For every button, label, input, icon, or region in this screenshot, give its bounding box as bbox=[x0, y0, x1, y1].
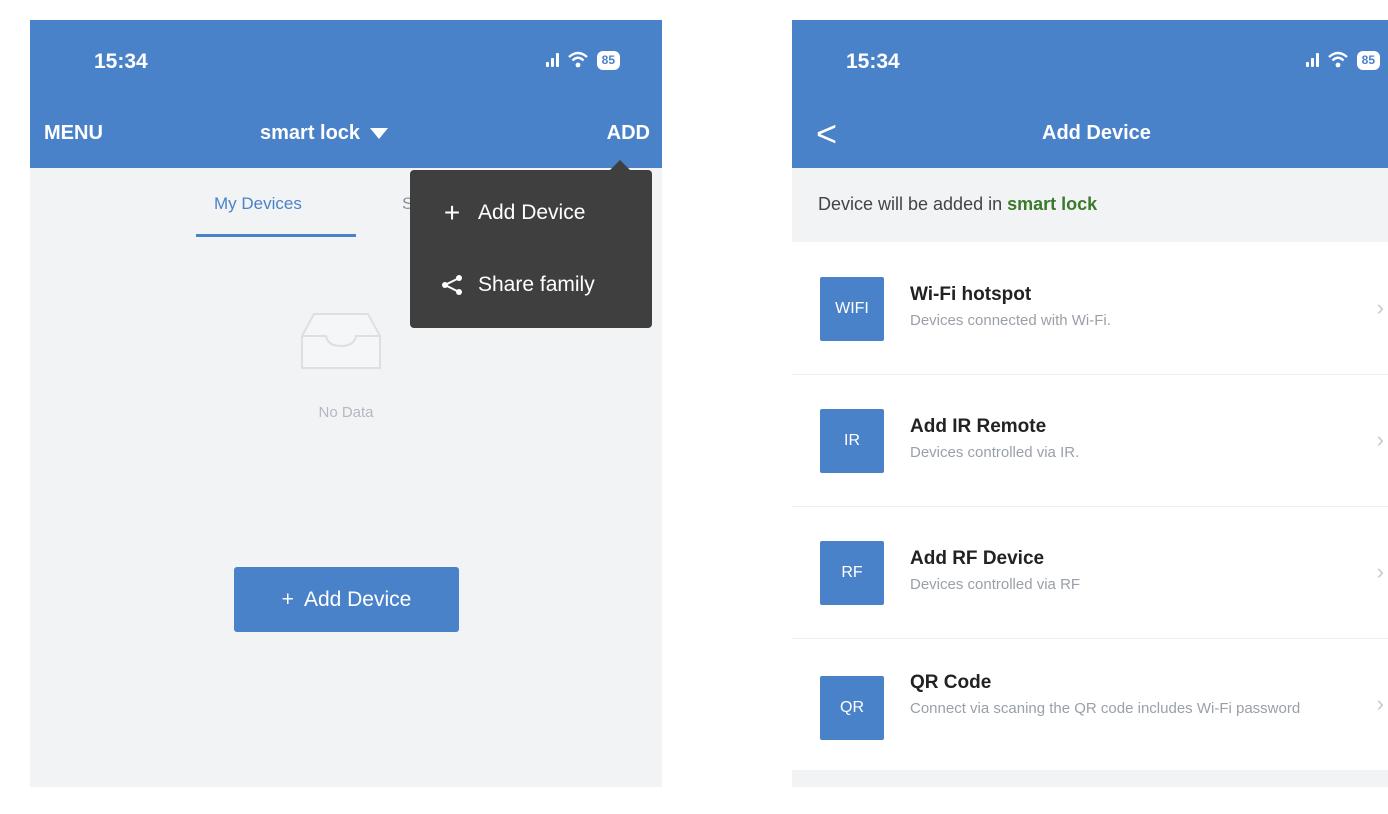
option-description: Connect via scaning the QR code includes… bbox=[910, 700, 1301, 717]
wifi-icon bbox=[1327, 51, 1348, 68]
plus-icon: + bbox=[281, 587, 294, 611]
tab-underline bbox=[196, 234, 356, 237]
empty-state-text: No Data bbox=[318, 404, 374, 421]
menu-item-label: Add Device bbox=[478, 201, 586, 224]
rf-badge-icon: RF bbox=[820, 541, 884, 605]
page-title: Add Device bbox=[1042, 122, 1151, 144]
chevron-right-icon: › bbox=[1376, 691, 1384, 716]
qr-badge-icon: QR bbox=[820, 676, 884, 740]
option-description: Devices connected with Wi-Fi. bbox=[910, 312, 1111, 329]
status-time: 15:34 bbox=[94, 50, 148, 73]
app-header: 15:34 85 MENU smart lock ADD bbox=[30, 20, 662, 168]
family-name: smart lock bbox=[1007, 194, 1098, 214]
add-device-button[interactable]: + Add Device bbox=[234, 567, 459, 632]
option-title: Wi-Fi hotspot bbox=[910, 284, 1032, 305]
chevron-right-icon: › bbox=[1376, 295, 1384, 320]
option-title: Add RF Device bbox=[910, 548, 1045, 569]
option-qr-code[interactable]: QR QR Code Connect via scaning the QR co… bbox=[792, 638, 1388, 770]
share-icon bbox=[442, 275, 462, 295]
option-title: Add IR Remote bbox=[910, 416, 1047, 437]
add-device-label: Add Device bbox=[303, 587, 412, 611]
status-icons: 85 bbox=[1305, 50, 1380, 70]
option-rf-device[interactable]: RF Add RF Device Devices controlled via … bbox=[792, 506, 1388, 639]
family-selector[interactable]: smart lock bbox=[260, 122, 389, 145]
home-screen: 15:34 85 MENU smart lock ADD My Devices … bbox=[30, 20, 662, 787]
family-info-bar: Device will be added in smart lock bbox=[792, 168, 1388, 242]
chevron-right-icon: › bbox=[1376, 427, 1384, 452]
option-description: Devices controlled via IR. bbox=[910, 444, 1080, 461]
add-dropdown-menu: + Add Device Share family bbox=[410, 160, 652, 328]
add-method-list: WIFI Wi-Fi hotspot Devices connected wit… bbox=[792, 242, 1388, 770]
status-time: 15:34 bbox=[846, 50, 900, 73]
signal-icon bbox=[545, 53, 559, 67]
caret-down-icon bbox=[370, 128, 389, 139]
ir-badge-icon: IR bbox=[820, 409, 884, 473]
wifi-badge-icon: WIFI bbox=[820, 277, 884, 341]
option-title: QR Code bbox=[910, 672, 992, 693]
status-icons: 85 bbox=[545, 50, 620, 70]
plus-icon: + bbox=[443, 197, 461, 228]
chevron-right-icon: › bbox=[1376, 559, 1384, 584]
app-header: 15:34 85 < Add Device bbox=[792, 20, 1388, 168]
option-description: Devices controlled via RF bbox=[910, 576, 1081, 593]
option-wifi-hotspot[interactable]: WIFI Wi-Fi hotspot Devices connected wit… bbox=[792, 242, 1388, 375]
tab-my-devices[interactable]: My Devices bbox=[214, 194, 302, 214]
battery-icon: 85 bbox=[1356, 50, 1380, 70]
menu-item-share-family[interactable]: Share family bbox=[440, 265, 595, 305]
back-chevron-icon[interactable]: < bbox=[816, 116, 837, 152]
family-name: smart lock bbox=[260, 122, 361, 144]
add-device-screen: 15:34 85 < Add Device Device will be add… bbox=[792, 20, 1388, 787]
empty-inbox-icon bbox=[301, 313, 381, 369]
option-ir-remote[interactable]: IR Add IR Remote Devices controlled via … bbox=[792, 374, 1388, 507]
family-info-text: Device will be added in smart lock bbox=[818, 194, 1098, 214]
add-button[interactable]: ADD bbox=[607, 122, 650, 145]
wifi-icon bbox=[567, 51, 588, 68]
signal-icon bbox=[1305, 53, 1319, 67]
battery-icon: 85 bbox=[596, 50, 620, 70]
menu-item-label: Share family bbox=[478, 273, 595, 296]
menu-button[interactable]: MENU bbox=[44, 122, 103, 145]
menu-item-add-device[interactable]: + Add Device bbox=[440, 193, 586, 233]
